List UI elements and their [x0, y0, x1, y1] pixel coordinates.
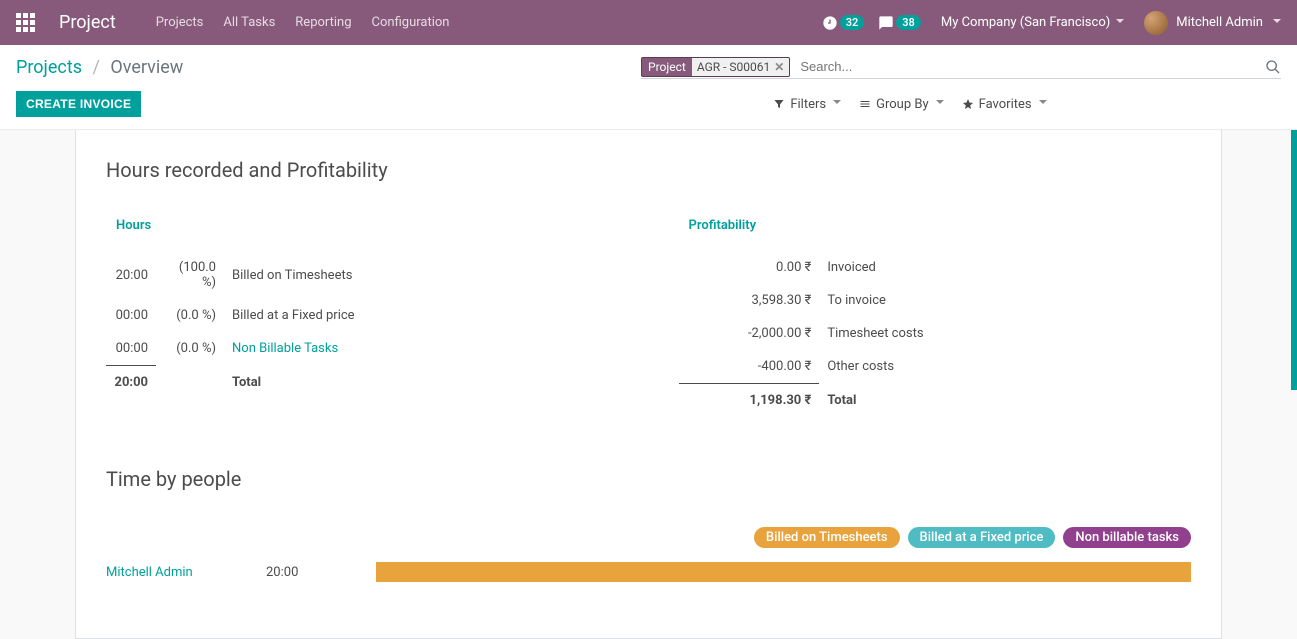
nav-item-configuration[interactable]: Configuration: [372, 15, 450, 30]
search-bar[interactable]: Project AGR - S00061 ✕: [641, 55, 1281, 79]
company-name: My Company (San Francisco): [941, 15, 1110, 30]
table-row: 00:00 (0.0 %) Billed at a Fixed price: [106, 299, 363, 332]
non-billable-link[interactable]: Non Billable Tasks: [224, 332, 363, 366]
company-switcher[interactable]: My Company (San Francisco): [941, 15, 1124, 30]
control-panel: Projects / Overview Project AGR - S00061…: [0, 45, 1297, 130]
profitability-table: 0.00 ₹ Invoiced 3,598.30 ₹ To invoice -2…: [679, 251, 1019, 417]
hours-table: 20:00 (100.0 %) Billed on Timesheets 00:…: [106, 251, 363, 399]
breadcrumb-link[interactable]: Projects: [16, 57, 82, 78]
clock-icon: [822, 15, 838, 31]
favorites-dropdown[interactable]: Favorites: [962, 97, 1047, 112]
list-icon: [859, 98, 871, 110]
user-menu[interactable]: Mitchell Admin: [1144, 11, 1281, 35]
messages-indicator[interactable]: 38: [878, 15, 921, 31]
hours-column: Hours 20:00 (100.0 %) Billed on Timeshee…: [106, 218, 619, 417]
filters-dropdown[interactable]: Filters: [773, 97, 841, 112]
group-by-dropdown[interactable]: Group By: [859, 97, 944, 112]
table-row: 20:00 (100.0 %) Billed on Timesheets: [106, 251, 363, 299]
table-row: -2,000.00 ₹ Timesheet costs: [679, 317, 1019, 350]
filter-icon: [773, 98, 785, 110]
facet-remove-icon[interactable]: ✕: [774, 60, 784, 74]
search-input[interactable]: [796, 55, 1265, 78]
table-row: 00:00 (0.0 %) Non Billable Tasks: [106, 332, 363, 366]
section-title-hours-profitability: Hours recorded and Profitability: [106, 158, 1191, 182]
top-nav: Project Projects All Tasks Reporting Con…: [0, 0, 1297, 45]
content-area: Hours recorded and Profitability Hours 2…: [0, 130, 1297, 639]
hours-header: Hours: [106, 218, 619, 233]
chat-icon: [878, 15, 894, 31]
legend-billed-timesheets[interactable]: Billed on Timesheets: [754, 527, 900, 548]
table-row: 0.00 ₹ Invoiced: [679, 251, 1019, 284]
avatar: [1144, 11, 1168, 35]
scrollbar[interactable]: [1291, 130, 1297, 390]
breadcrumb-sep: /: [92, 57, 99, 78]
caret-icon: [1273, 19, 1281, 27]
nav-items: Projects All Tasks Reporting Configurati…: [156, 15, 450, 30]
people-hours: 20:00: [266, 565, 376, 580]
hours-total-row: 20:00 Total: [106, 366, 363, 400]
apps-icon[interactable]: [16, 13, 35, 32]
activity-count: 32: [840, 15, 865, 30]
user-name: Mitchell Admin: [1176, 15, 1263, 30]
nav-item-reporting[interactable]: Reporting: [295, 15, 351, 30]
breadcrumb-current: Overview: [110, 57, 183, 78]
facet-label: Project: [642, 58, 692, 76]
caret-icon: [833, 100, 841, 108]
profitability-header: Profitability: [679, 218, 1192, 233]
legend-non-billable[interactable]: Non billable tasks: [1063, 527, 1191, 548]
people-name-link[interactable]: Mitchell Admin: [106, 565, 266, 580]
messages-count: 38: [896, 15, 921, 30]
profitability-total-row: 1,198.30 ₹ Total: [679, 384, 1019, 418]
nav-item-all-tasks[interactable]: All Tasks: [223, 15, 275, 30]
breadcrumb: Projects / Overview: [16, 57, 183, 78]
table-row: -400.00 ₹ Other costs: [679, 350, 1019, 384]
app-brand: Project: [59, 12, 116, 33]
legend-billed-fixed[interactable]: Billed at a Fixed price: [908, 527, 1056, 548]
caret-icon: [1116, 19, 1124, 27]
profitability-column: Profitability 0.00 ₹ Invoiced 3,598.30 ₹…: [679, 218, 1192, 417]
search-facet: Project AGR - S00061 ✕: [641, 57, 790, 77]
caret-icon: [936, 100, 944, 108]
search-icon[interactable]: [1265, 59, 1281, 75]
star-icon: [962, 98, 974, 110]
section-title-time-by-people: Time by people: [106, 467, 1191, 491]
create-invoice-button[interactable]: CREATE INVOICE: [16, 91, 141, 117]
people-row: Mitchell Admin 20:00: [106, 562, 1191, 582]
facet-value: AGR - S00061: [697, 60, 770, 74]
caret-icon: [1039, 100, 1047, 108]
people-bar: [376, 562, 1191, 582]
nav-item-projects[interactable]: Projects: [156, 15, 204, 30]
activity-indicator[interactable]: 32: [822, 15, 865, 31]
overview-panel: Hours recorded and Profitability Hours 2…: [75, 130, 1222, 639]
legend: Billed on Timesheets Billed at a Fixed p…: [106, 527, 1191, 548]
table-row: 3,598.30 ₹ To invoice: [679, 284, 1019, 317]
